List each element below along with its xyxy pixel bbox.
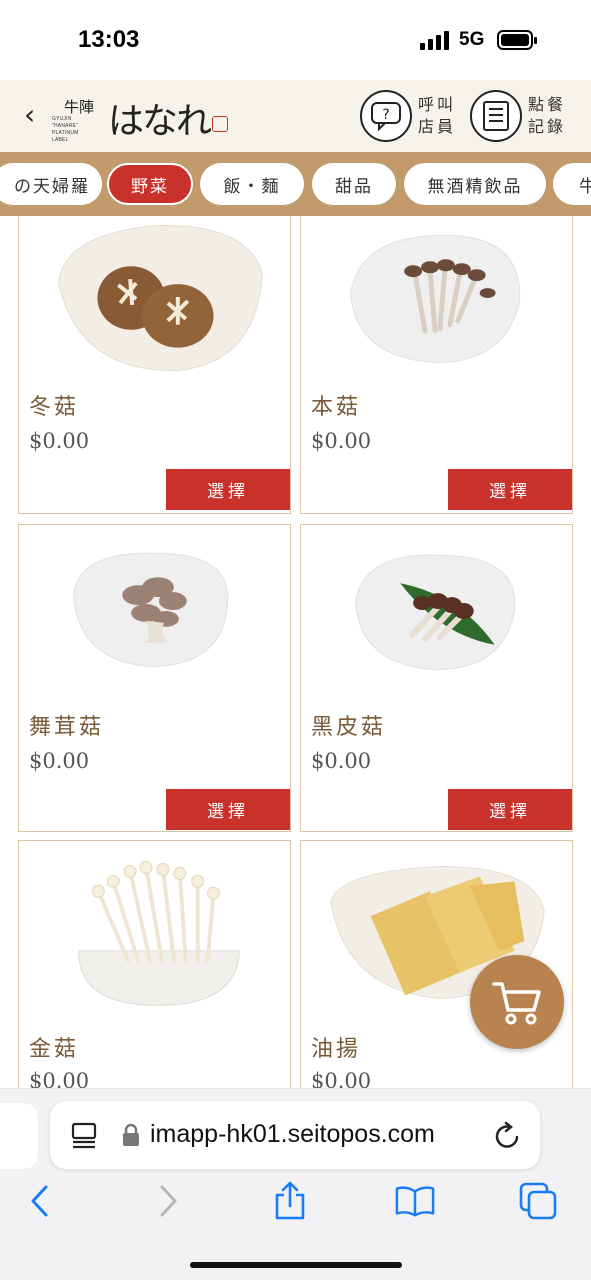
product-name: 冬菇 <box>29 395 80 420</box>
product-name: 黑皮菇 <box>311 715 387 740</box>
brand-small: 牛陣 <box>64 98 95 116</box>
category-tab-soft-drinks[interactable]: 無酒精飲品 <box>404 163 546 205</box>
status-time: 13:03 <box>78 26 140 53</box>
browser-bar: imapp-hk01.seitopos.com <box>0 1088 591 1280</box>
product-card: 黑皮菇 $0.00 選擇 <box>300 524 573 832</box>
category-tab-vegetables[interactable]: 野菜 <box>107 163 193 205</box>
product-price: $0.00 <box>29 429 90 453</box>
select-button[interactable]: 選擇 <box>166 469 290 510</box>
app-header: ‹ 牛陣 GYUJIN "HANARE" PLATINUM LABEL はなれ … <box>0 80 591 152</box>
select-button[interactable]: 選擇 <box>448 789 572 830</box>
call-staff-label: 呼叫店員 <box>418 95 457 136</box>
battery-icon <box>497 30 537 50</box>
seal-icon <box>212 116 228 132</box>
product-image-maitake <box>73 552 229 668</box>
select-button[interactable]: 選擇 <box>166 789 290 830</box>
reload-icon[interactable] <box>492 1121 522 1151</box>
forward-icon[interactable] <box>148 1181 188 1221</box>
call-staff-button[interactable]: ? 呼叫店員 <box>360 88 458 144</box>
previous-tab[interactable] <box>0 1103 38 1169</box>
tabs-icon[interactable] <box>518 1181 558 1221</box>
signal-icon <box>420 30 450 50</box>
network-type: 5G <box>459 29 485 50</box>
product-image-shiitake <box>58 225 263 371</box>
share-icon[interactable] <box>270 1181 310 1221</box>
order-record-label: 點餐記錄 <box>528 95 567 136</box>
list-icon <box>470 90 522 142</box>
product-price: $0.00 <box>311 749 372 773</box>
product-image-black-skin-mushroom <box>355 554 516 671</box>
order-record-button[interactable]: 點餐記錄 <box>470 88 568 144</box>
address-bar[interactable]: imapp-hk01.seitopos.com <box>50 1101 540 1169</box>
category-tab-beef[interactable]: 牛 <box>553 163 591 205</box>
product-image-enoki <box>78 860 240 1006</box>
back-icon[interactable] <box>20 1181 60 1221</box>
product-name: 舞茸菇 <box>29 715 105 740</box>
brand-logo: 牛陣 GYUJIN "HANARE" PLATINUM LABEL はなれ <box>52 94 232 143</box>
reader-icon[interactable] <box>70 1121 98 1149</box>
svg-text:?: ? <box>382 107 389 123</box>
product-price: $0.00 <box>29 749 90 773</box>
cart-icon <box>492 982 541 1025</box>
home-indicator <box>190 1262 402 1268</box>
brand-tiny: GYUJIN "HANARE" PLATINUM LABEL <box>52 116 79 143</box>
lock-icon <box>123 1123 139 1146</box>
question-bubble-icon: ? <box>360 90 412 142</box>
product-card: 本菇 $0.00 選擇 <box>300 216 573 514</box>
product-price: $0.00 <box>311 429 372 453</box>
bookmarks-icon[interactable] <box>395 1181 435 1221</box>
product-name: 金菇 <box>29 1037 80 1062</box>
category-tab-tempura[interactable]: の天婦羅 <box>0 163 102 205</box>
product-card: 冬菇 $0.00 選擇 <box>18 216 291 514</box>
product-image-beech-mushroom <box>350 234 521 364</box>
product-name: 本菇 <box>311 395 362 420</box>
select-button[interactable]: 選擇 <box>448 469 572 510</box>
product-price: $0.00 <box>29 1069 90 1088</box>
category-tab-dessert[interactable]: 甜品 <box>312 163 396 205</box>
product-price: $0.00 <box>311 1069 372 1088</box>
category-bar: の天婦羅 野菜 飯・麵 甜品 無酒精飲品 牛 <box>0 152 591 216</box>
brand-main: はなれ <box>108 101 212 142</box>
cart-button[interactable] <box>470 955 564 1049</box>
status-bar: 13:03 5G <box>0 0 591 80</box>
product-card: 金菇 $0.00 <box>18 840 291 1088</box>
category-tab-rice-noodles[interactable]: 飯・麵 <box>200 163 304 205</box>
product-name: 油揚 <box>311 1037 362 1062</box>
product-card: 舞茸菇 $0.00 選擇 <box>18 524 291 832</box>
chevron-left-icon[interactable]: ‹ <box>24 100 35 130</box>
url-text: imapp-hk01.seitopos.com <box>150 1120 435 1148</box>
